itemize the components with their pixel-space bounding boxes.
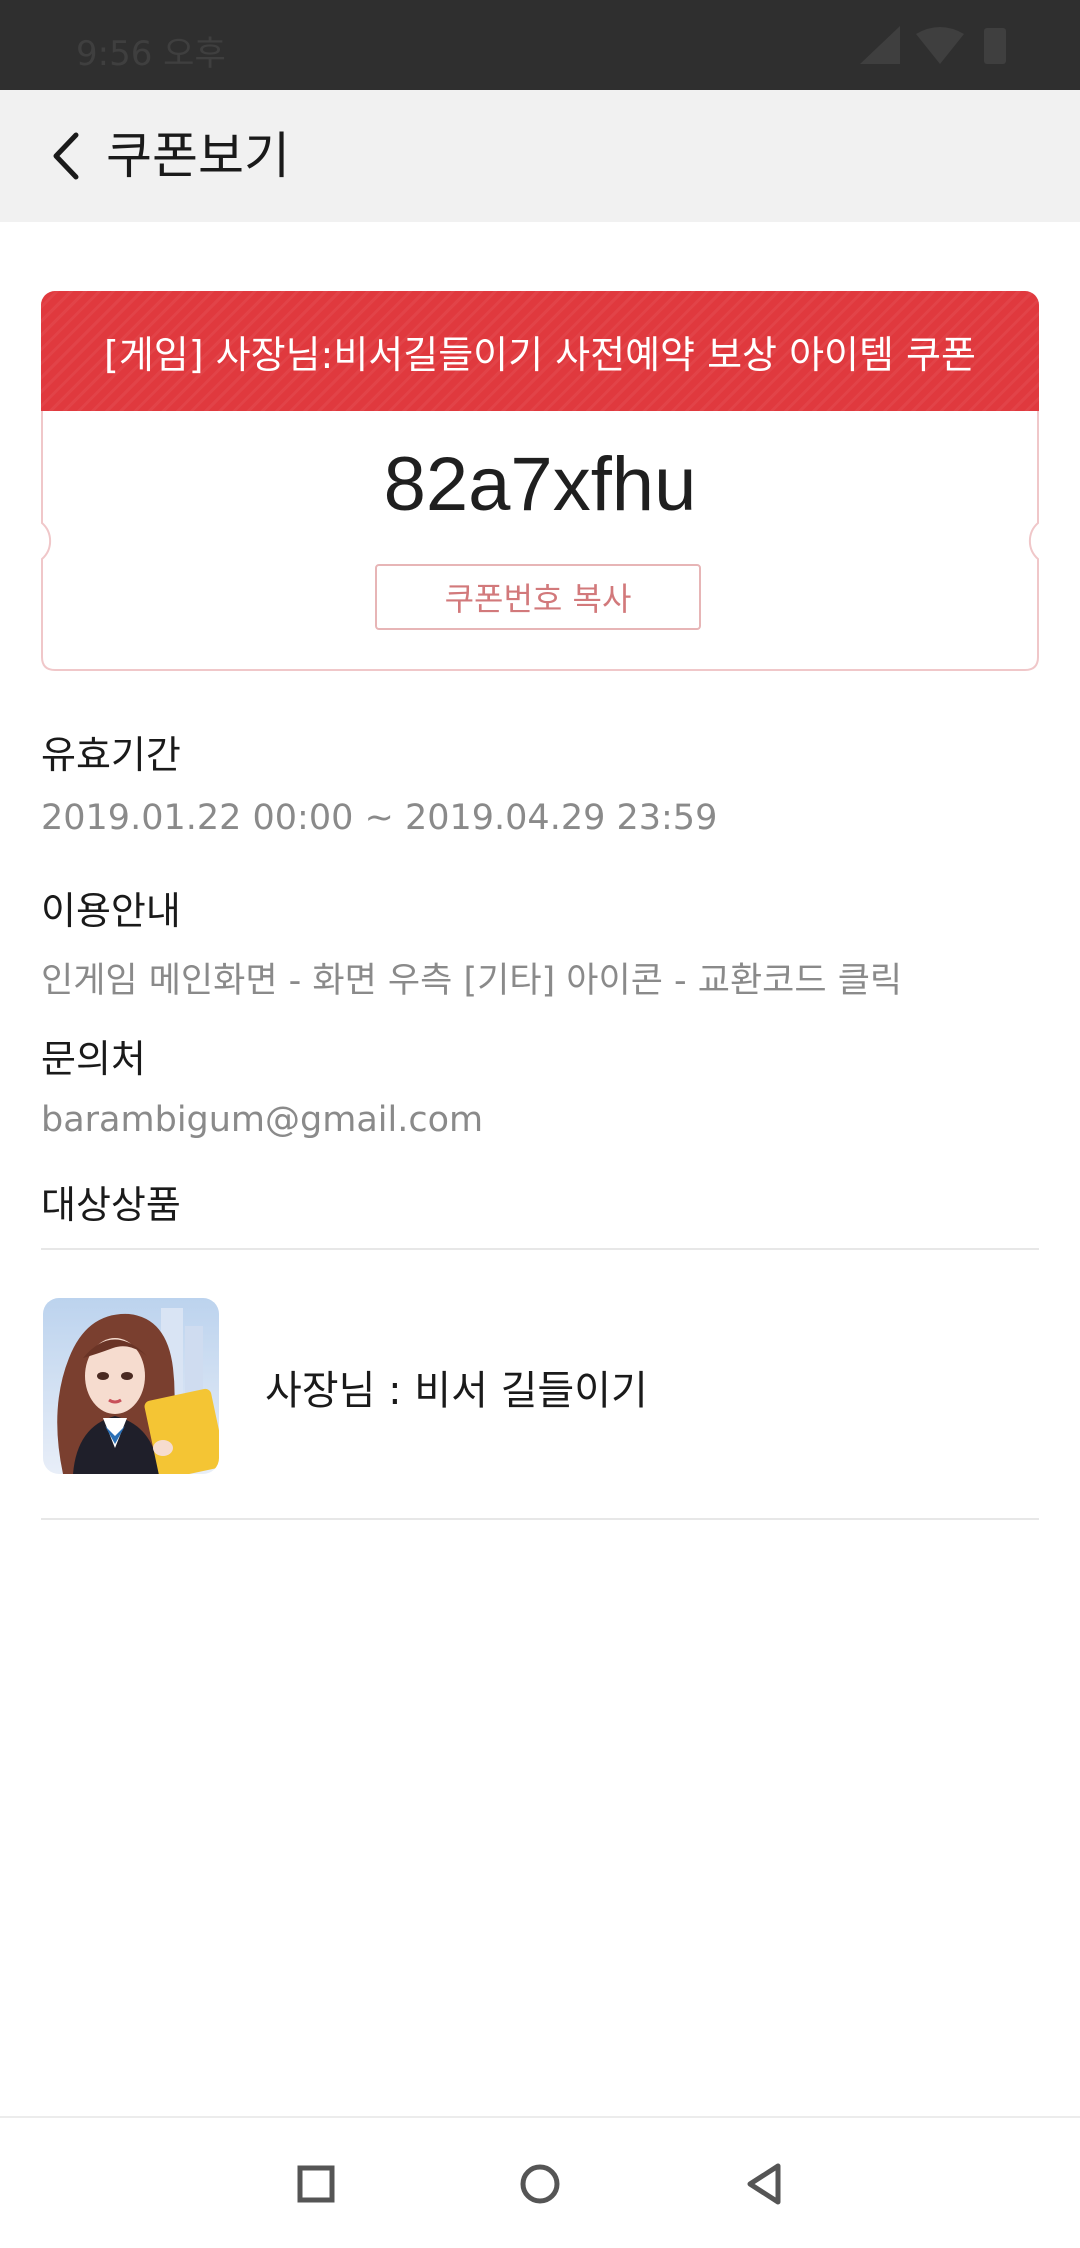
- product-thumbnail: [43, 1298, 219, 1474]
- coupon-title: [게임] 사장님:비서길들이기 사전예약 보상 아이템 쿠폰: [104, 332, 976, 377]
- contact-label: 문의처: [41, 1037, 146, 1081]
- page-title: 쿠폰보기: [106, 127, 290, 185]
- validity-label: 유효기간: [41, 733, 181, 777]
- home-button[interactable]: [504, 2148, 576, 2220]
- app-header: 쿠폰보기: [0, 90, 1080, 222]
- navigation-bar: [0, 2116, 1080, 2248]
- back-button[interactable]: [30, 118, 106, 194]
- circle-icon: [520, 2164, 560, 2204]
- chevron-left-icon: [53, 132, 79, 180]
- signal-icon: [860, 26, 900, 64]
- wifi-icon: [916, 27, 964, 64]
- status-bar: 9:56 오후: [0, 0, 1080, 90]
- status-icons: [860, 26, 1040, 66]
- copy-coupon-button[interactable]: 쿠폰번호 복사: [375, 564, 701, 630]
- product-item[interactable]: 사장님 : 비서 길들이기: [41, 1270, 1039, 1520]
- system-back-button[interactable]: [728, 2148, 800, 2220]
- product-name: 사장님 : 비서 길들이기: [265, 1368, 648, 1414]
- product-section-label: 대상상품: [41, 1183, 181, 1227]
- triangle-back-icon: [747, 2163, 781, 2205]
- coupon-code: 82a7xfhu: [383, 442, 697, 527]
- divider-bottom: [41, 1518, 1039, 1520]
- contact-email[interactable]: barambigum@gmail.com: [41, 1100, 483, 1140]
- battery-icon: [984, 28, 1006, 64]
- usage-label: 이용안내: [41, 889, 181, 933]
- status-time: 9:56 오후: [76, 34, 226, 74]
- validity-value: 2019.01.22 00:00 ~ 2019.04.29 23:59: [41, 798, 718, 838]
- recent-apps-button[interactable]: [280, 2148, 352, 2220]
- square-icon: [297, 2165, 335, 2203]
- divider: [41, 1248, 1039, 1250]
- usage-value: 인게임 메인화면 - 화면 우측 [기타] 아이콘 - 교환코드 클릭: [41, 961, 903, 1001]
- coupon-card: [게임] 사장님:비서길들이기 사전예약 보상 아이템 쿠폰 82a7xfhu …: [41, 291, 1039, 671]
- coupon-header: [게임] 사장님:비서길들이기 사전예약 보상 아이템 쿠폰: [41, 291, 1039, 411]
